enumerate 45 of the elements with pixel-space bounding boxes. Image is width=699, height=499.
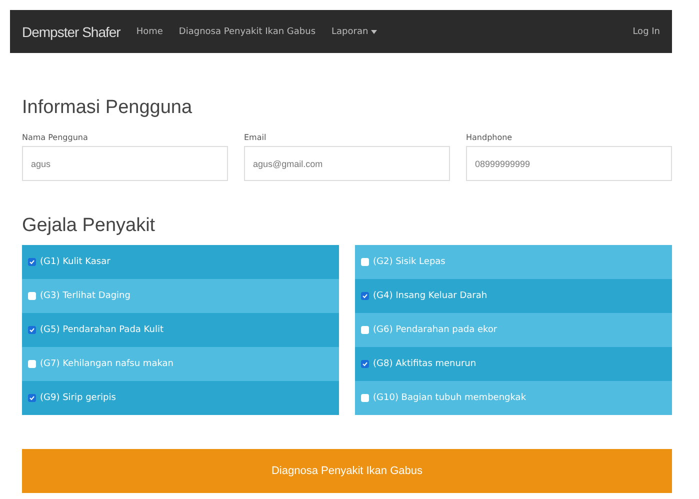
checkbox[interactable] — [28, 258, 36, 266]
symptom-label: (G2) Sisik Lepas — [373, 257, 446, 267]
checkbox[interactable] — [361, 258, 369, 266]
input-field[interactable]: agus@gmail.com — [244, 146, 450, 181]
symptom-row[interactable]: (G10) Bagian tubuh membengkak — [355, 381, 672, 415]
symptom-row[interactable]: (G9) Sirip geripis — [22, 381, 339, 415]
checkbox[interactable] — [361, 292, 369, 300]
symptom-label: (G8) Aktifitas menurun — [373, 359, 476, 369]
nav-link[interactable]: Diagnosa Penyakit Ikan Gabus — [178, 26, 316, 36]
symptom-label: (G10) Bagian tubuh membengkak — [373, 393, 526, 403]
symptom-label: (G9) Sirip geripis — [40, 393, 116, 403]
field-label: Email — [244, 133, 268, 142]
section-title: Gejala Penyakit — [22, 215, 156, 237]
brand-title[interactable]: Dempster Shafer — [22, 24, 120, 40]
nav-link[interactable]: Laporan — [332, 26, 378, 36]
login-link[interactable]: Log In — [632, 26, 660, 36]
symptom-row[interactable]: (G5) Pendarahan Pada Kulit — [22, 313, 339, 347]
symptom-row[interactable]: (G3) Terlihat Daging — [22, 279, 339, 313]
input-field[interactable]: agus — [22, 146, 228, 181]
diagnose-button[interactable]: Diagnosa Penyakit Ikan Gabus — [22, 449, 672, 493]
symptom-row[interactable]: (G6) Pendarahan pada ekor — [355, 313, 672, 347]
symptom-label: (G7) Kehilangan nafsu makan — [40, 359, 174, 369]
nav-link[interactable]: Home — [136, 26, 163, 36]
checkbox[interactable] — [28, 394, 36, 402]
checkbox[interactable] — [361, 326, 369, 334]
section-title: Informasi Pengguna — [22, 97, 194, 119]
checkbox[interactable] — [361, 360, 369, 368]
caret-icon — [371, 30, 378, 34]
checkbox[interactable] — [28, 326, 36, 334]
symptom-label: (G6) Pendarahan pada ekor — [373, 325, 498, 335]
symptom-row[interactable]: (G8) Aktifitas menurun — [355, 347, 672, 381]
checkbox[interactable] — [28, 292, 36, 300]
symptom-row[interactable]: (G1) Kulit Kasar — [22, 245, 339, 279]
symptom-row[interactable]: (G7) Kehilangan nafsu makan — [22, 347, 339, 381]
checkbox[interactable] — [361, 394, 369, 402]
symptom-label: (G4) Insang Keluar Darah — [373, 291, 488, 301]
checkbox[interactable] — [28, 360, 36, 368]
symptom-row[interactable]: (G4) Insang Keluar Darah — [355, 279, 672, 313]
input-field[interactable]: 08999999999 — [466, 146, 672, 181]
field-label: Nama Pengguna — [22, 133, 89, 142]
symptom-row[interactable]: (G2) Sisik Lepas — [355, 245, 672, 279]
symptom-label: (G3) Terlihat Daging — [40, 291, 130, 301]
symptom-label: (G1) Kulit Kasar — [40, 257, 110, 267]
field-label: Handphone — [466, 133, 514, 142]
symptom-label: (G5) Pendarahan Pada Kulit — [40, 325, 164, 335]
